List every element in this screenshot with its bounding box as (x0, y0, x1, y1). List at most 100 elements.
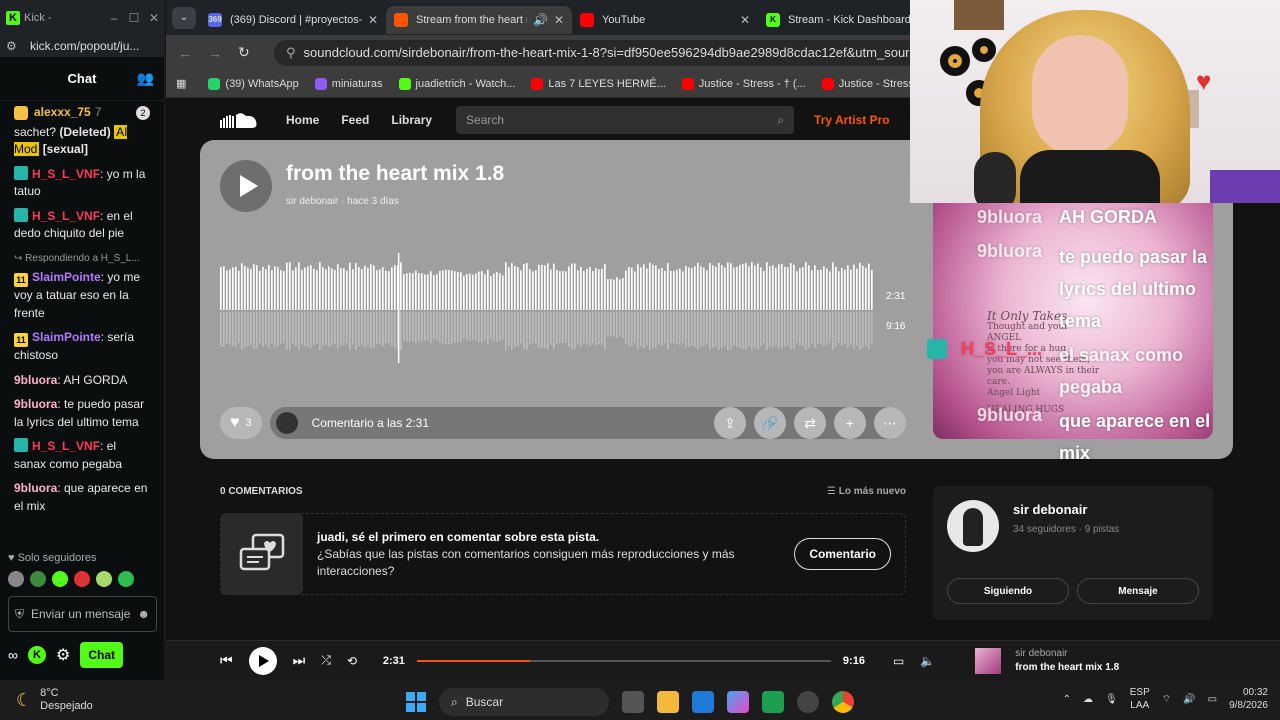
waveform-bar (271, 270, 273, 310)
infinity-icon[interactable]: ∞ (8, 647, 18, 663)
taskbar-search[interactable]: ⌕ Buscar (439, 688, 609, 716)
repost-button[interactable]: ⇄ (794, 407, 826, 439)
forward-icon[interactable]: → (208, 45, 238, 61)
emote-icon[interactable] (8, 571, 24, 587)
search-input[interactable]: Search ⌕ (456, 106, 795, 134)
comment-button[interactable]: Comentario (794, 538, 891, 570)
waveform-bar-reflection (376, 312, 378, 344)
chat-username[interactable]: alexxx_75 (34, 104, 91, 122)
following-button[interactable]: Siguiendo (947, 578, 1069, 604)
obs-icon[interactable] (797, 691, 819, 713)
cast-icon[interactable]: ▭ (893, 654, 904, 668)
kick-url-bar[interactable]: ⚙ kick.com/popout/ju... (0, 35, 164, 57)
emote-icon[interactable] (96, 571, 112, 587)
emote-icon[interactable] (52, 571, 68, 587)
chevron-up-icon[interactable]: ⌃ (1063, 694, 1071, 705)
apps-icon[interactable]: ▦ (176, 77, 186, 90)
waveform-bar (256, 265, 258, 310)
minimize-button[interactable]: – (104, 11, 124, 25)
bookmark-whatsapp[interactable]: (39) WhatsApp (208, 77, 299, 90)
battery-icon[interactable]: ▭ (1208, 694, 1217, 705)
player-play-button[interactable] (248, 646, 277, 675)
play-button[interactable] (220, 160, 272, 212)
chrome-icon[interactable] (832, 691, 854, 713)
site-settings-icon[interactable]: ⚙ (6, 39, 20, 53)
waveform-bar-reflection (697, 312, 699, 350)
bookmark-youtube-2[interactable]: Justice - Stress - † (... (681, 77, 806, 90)
waveform-bar (463, 275, 465, 310)
site-info-icon[interactable]: ⚲ (286, 45, 296, 61)
weather-widget[interactable]: ☾ 8°C Despejado (16, 687, 126, 713)
track-artist[interactable]: sir debonair (286, 196, 338, 207)
wifi-icon[interactable]: ⌔ (1162, 693, 1171, 706)
spreadsheet-icon[interactable] (762, 691, 784, 713)
cloud-icon[interactable]: ☁ (1083, 694, 1093, 705)
tab-youtube[interactable]: YouTube ✕ (572, 6, 758, 34)
search-icon[interactable]: ⌕ (777, 113, 784, 128)
taskbar: ☾ 8°C Despejado ⌕ Buscar ⌃ ☁ 🎙 ESP LAA ⌔… (0, 680, 1280, 720)
volume-icon[interactable]: 🔈 (920, 654, 935, 668)
count-badge: 2 (136, 105, 150, 120)
chat-send-button[interactable]: Chat (80, 642, 123, 668)
soundcloud-logo-icon[interactable] (220, 111, 260, 129)
close-tab-icon[interactable]: ✕ (740, 13, 750, 27)
vinyl-decor (940, 46, 970, 76)
waveform-bar (655, 265, 657, 310)
more-button[interactable]: ⋯ (874, 407, 906, 439)
tab-discord[interactable]: 369 (369) Discord | #proyectos-de ✕ (200, 6, 386, 34)
emote-icon[interactable] (30, 571, 46, 587)
emote-icon[interactable] (74, 571, 90, 587)
bookmark-miniaturas[interactable]: miniaturas (314, 77, 383, 90)
reload-icon[interactable]: ↻ (238, 44, 268, 61)
nav-home[interactable]: Home (286, 113, 319, 127)
like-button[interactable]: ♥ 3 (220, 407, 262, 439)
artist-name[interactable]: sir debonair (1013, 502, 1087, 517)
waveform-bar (496, 272, 498, 310)
close-tab-icon[interactable]: ✕ (554, 13, 564, 27)
users-icon[interactable]: 👥 (137, 70, 154, 87)
nav-library[interactable]: Library (391, 113, 432, 127)
previous-icon[interactable]: ⏮ (220, 652, 233, 669)
emote-icon[interactable] (118, 571, 134, 587)
try-artist-pro-link[interactable]: Try Artist Pro (814, 113, 890, 127)
mic-icon[interactable]: 🎙 (1105, 694, 1118, 705)
waveform[interactable] (220, 253, 874, 363)
volume-icon[interactable]: 🔊 (1183, 694, 1195, 705)
copy-link-button[interactable]: 🔗 (754, 407, 786, 439)
tab-search-icon[interactable]: ⌄ (172, 6, 196, 29)
waveform-bar-reflection (538, 312, 540, 349)
progress-bar[interactable] (416, 659, 831, 662)
repeat-icon[interactable]: ⟲ (347, 654, 357, 668)
gear-icon[interactable]: ⚙ (56, 645, 70, 665)
file-explorer-icon[interactable] (657, 691, 679, 713)
clock[interactable]: 00:32 9/8/2026 (1229, 686, 1268, 712)
language-indicator[interactable]: ESP LAA (1130, 686, 1150, 712)
waveform-bar-reflection (847, 312, 849, 348)
share-button[interactable]: ⇪ (714, 407, 746, 439)
tab-soundcloud[interactable]: Stream from the heart mi 🔊 ✕ (386, 5, 572, 34)
player-cover-art[interactable] (975, 647, 1002, 674)
copilot-icon[interactable] (727, 691, 749, 713)
chat-input[interactable]: ⛨ Enviar un mensaje ☻ (8, 596, 157, 632)
message-button[interactable]: Mensaje (1077, 578, 1199, 604)
bookmark-kick[interactable]: juadietrich - Watch... (398, 77, 515, 90)
sort-dropdown[interactable]: ☰ Lo más nuevo (827, 486, 906, 497)
store-icon[interactable] (692, 691, 714, 713)
emoji-icon[interactable]: ☻ (137, 607, 150, 621)
nav-feed[interactable]: Feed (341, 113, 369, 127)
speaker-icon[interactable]: 🔊 (533, 13, 548, 27)
windows-start-icon[interactable] (406, 692, 426, 712)
close-tab-icon[interactable]: ✕ (368, 13, 378, 27)
player-track-info[interactable]: sir debonair from the heart mix 1.8 (1015, 648, 1119, 673)
back-icon[interactable]: ← (178, 45, 208, 61)
task-view-icon[interactable] (622, 691, 644, 713)
close-button[interactable]: ✕ (144, 11, 164, 25)
shuffle-icon[interactable]: ⤮ (321, 653, 331, 668)
artist-avatar[interactable] (947, 500, 999, 552)
maximize-button[interactable]: ☐ (124, 11, 144, 25)
next-icon[interactable]: ⏭ (293, 652, 306, 669)
bookmark-youtube-1[interactable]: Las 7 LEYES HERMÉ... (531, 77, 666, 90)
kick-icon[interactable]: K (27, 646, 46, 664)
reply-indicator[interactable]: ↪ Respondiendo a H_S_L... (14, 250, 150, 268)
add-to-playlist-button[interactable]: + (834, 407, 866, 439)
